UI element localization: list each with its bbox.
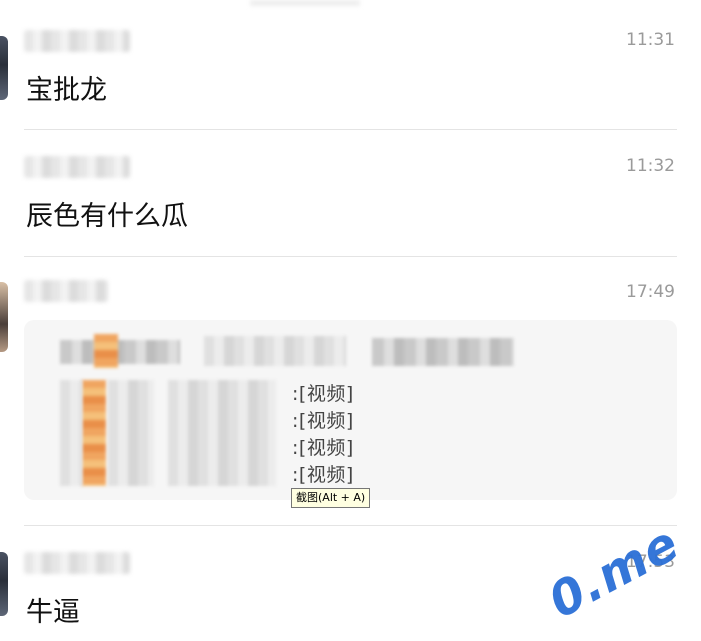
redacted-emoji bbox=[94, 334, 118, 368]
message-divider bbox=[24, 525, 677, 526]
message-item[interactable]: 11:32 辰色有什么瓜 bbox=[0, 150, 701, 256]
message-item[interactable]: 11:31 宝批龙 bbox=[0, 24, 701, 130]
message-divider bbox=[24, 129, 677, 130]
avatar[interactable] bbox=[0, 36, 8, 100]
message-time: 11:31 bbox=[626, 30, 675, 50]
redacted-text bbox=[60, 340, 180, 364]
redacted-text-column bbox=[108, 380, 154, 486]
top-blurred-area bbox=[250, 0, 360, 6]
message-text: 牛逼 bbox=[26, 597, 80, 628]
screenshot-tooltip: 截图(Alt + A) bbox=[291, 488, 371, 508]
sender-name-redacted bbox=[24, 552, 130, 574]
video-item[interactable]: :[视频] bbox=[292, 406, 354, 433]
redacted-icon-column bbox=[82, 380, 106, 486]
message-text: 宝批龙 bbox=[26, 75, 107, 106]
message-time: 11:32 bbox=[626, 156, 675, 176]
message-time: 17:49 bbox=[626, 282, 675, 302]
avatar[interactable] bbox=[0, 552, 8, 616]
avatar[interactable] bbox=[0, 282, 8, 352]
message-divider bbox=[24, 256, 677, 257]
video-item[interactable]: :[视频] bbox=[292, 379, 354, 406]
video-item[interactable]: :[视频] bbox=[292, 433, 354, 460]
video-item[interactable]: :[视频] bbox=[292, 460, 354, 487]
redacted-text-column bbox=[60, 380, 82, 486]
redacted-text bbox=[372, 338, 514, 366]
message-text: 辰色有什么瓜 bbox=[26, 201, 188, 232]
redacted-text bbox=[204, 336, 346, 366]
sender-name-redacted bbox=[24, 156, 130, 178]
sender-name-redacted bbox=[24, 280, 108, 302]
redacted-text-column bbox=[168, 380, 276, 486]
sender-name-redacted bbox=[24, 30, 130, 52]
